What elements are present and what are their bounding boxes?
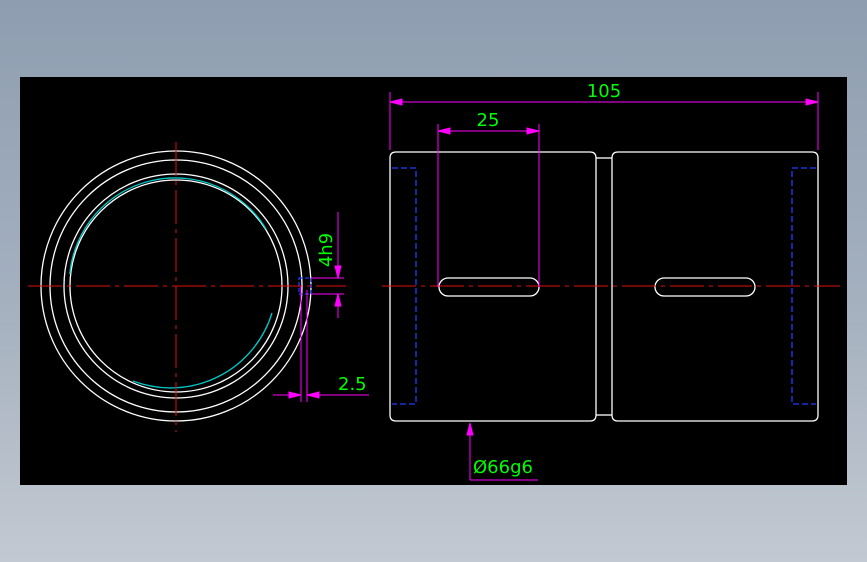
keyway-slot-left <box>438 277 540 297</box>
cad-drawing: 4h9 2.5 105 25 Ø66g6 <box>28 81 840 481</box>
dim-text-outer-diameter: Ø66g6 <box>473 457 533 478</box>
thread-arc <box>69 177 273 389</box>
dim-text-slot-length: 25 <box>477 110 500 131</box>
cad-viewport[interactable]: 4h9 2.5 105 25 Ø66g6 <box>20 77 847 485</box>
end-view <box>28 142 346 432</box>
dim-text-overall-length: 105 <box>587 81 621 102</box>
keyway-slot-right <box>654 277 756 297</box>
dim-slot-length <box>437 124 540 287</box>
dim-text-slot-width: 4h9 <box>316 233 337 267</box>
dim-text-wall-offset: 2.5 <box>338 374 367 395</box>
